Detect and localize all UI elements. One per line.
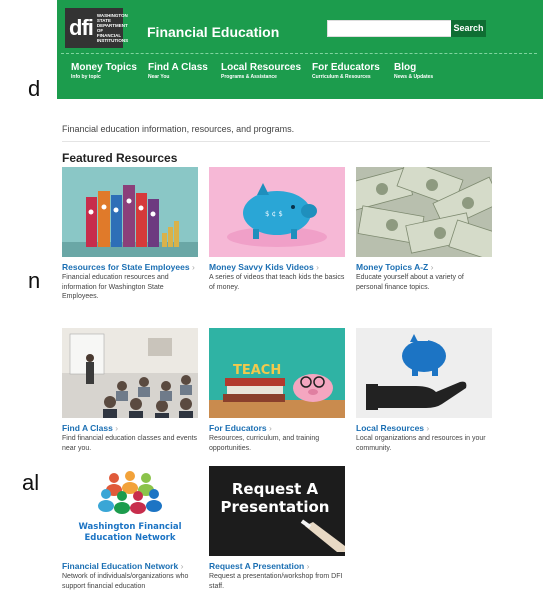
- network-line2-text: Education Network: [84, 533, 175, 543]
- card-title-link[interactable]: Money Topics A-Z ›: [356, 262, 492, 272]
- chevron-right-icon: ›: [426, 423, 430, 433]
- background-letter-d: d: [28, 76, 41, 101]
- content-divider: [62, 141, 490, 142]
- nav-label: Money Topics: [71, 62, 137, 73]
- network-logo-image[interactable]: Washington Financial Education Network: [62, 466, 198, 556]
- site-title[interactable]: Financial Education: [147, 24, 279, 40]
- card-title-link[interactable]: Resources for State Employees ›: [62, 262, 198, 272]
- card-title-link[interactable]: For Educators ›: [209, 423, 345, 433]
- chevron-right-icon: ›: [316, 262, 319, 272]
- nav-money-topics[interactable]: Money Topics Info by topic: [71, 62, 137, 80]
- logo-text: dfi: [69, 15, 94, 40]
- card-description: Resources, curriculum, and training oppo…: [209, 435, 320, 452]
- card-title-text: Money Savvy Kids Videos: [209, 262, 314, 272]
- cash-bills-image[interactable]: [356, 167, 492, 257]
- site-header: dfi WASHINGTON STATE DEPARTMENT OF FINAN…: [57, 0, 543, 99]
- chalkboard-image[interactable]: Request A Presentation: [209, 466, 345, 556]
- featured-heading: Featured Resources: [62, 151, 178, 165]
- card-for-educators: TEACH For Educators › Resources, curricu…: [209, 328, 345, 453]
- nav-sublabel: News & Updates: [394, 74, 434, 80]
- teach-text: TEACH: [233, 363, 281, 378]
- intro-text: Financial education information, resourc…: [62, 124, 295, 134]
- request-line2-text: Presentation: [221, 498, 330, 516]
- logo-subtext: WASHINGTON STATE DEPARTMENT OF FINANCIAL…: [96, 13, 129, 43]
- card-description: Local organizations and resources in you…: [356, 435, 486, 452]
- card-title-text: Find A Class: [62, 423, 113, 433]
- background-letter-al: al: [22, 470, 40, 495]
- nav-label: Find A Class: [148, 62, 208, 73]
- nav-sublabel: Near You: [148, 74, 170, 80]
- card-title-text: Financial Education Network: [62, 561, 179, 571]
- nav-label: Blog: [394, 62, 417, 73]
- nav-local-resources[interactable]: Local Resources Programs & Assistance: [221, 62, 301, 80]
- card-title-link[interactable]: Financial Education Network ›: [62, 561, 198, 571]
- card-title-text: Request A Presentation: [209, 561, 305, 571]
- card-description: Financial education resources and inform…: [62, 274, 169, 300]
- nav-for-educators[interactable]: For Educators Curriculum & Resources: [312, 62, 380, 80]
- nav-find-a-class[interactable]: Find A Class Near You: [148, 62, 208, 80]
- nav-blog[interactable]: Blog News & Updates: [394, 62, 433, 80]
- card-description: Educate yourself about a variety of pers…: [356, 274, 464, 291]
- svg-text:$ ¢ $: $ ¢ $: [265, 210, 283, 218]
- network-line1-text: Washington Financial: [78, 522, 181, 532]
- card-local-resources: Local Resources › Local organizations an…: [356, 328, 492, 453]
- nav-label: For Educators: [312, 62, 380, 73]
- chevron-right-icon: ›: [269, 423, 272, 433]
- nav-label: Local Resources: [221, 62, 302, 73]
- chevron-right-icon: ›: [306, 561, 310, 571]
- card-title-link[interactable]: Find A Class ›: [62, 423, 198, 433]
- card-description: Find financial education classes and eve…: [62, 435, 198, 452]
- teach-books-image[interactable]: TEACH: [209, 328, 345, 418]
- search-button[interactable]: Search: [451, 20, 486, 37]
- nav-sublabel: Info by topic: [71, 74, 101, 80]
- piggy-bank-image[interactable]: $ ¢ $: [209, 167, 345, 257]
- card-title-text: For Educators: [209, 423, 267, 433]
- chevron-right-icon: ›: [115, 423, 119, 433]
- background-letter-n: n: [28, 268, 41, 293]
- card-description: Network of individuals/organizations who…: [62, 573, 189, 590]
- card-description: A series of videos that teach kids the b…: [209, 274, 345, 291]
- classroom-image[interactable]: [62, 328, 198, 418]
- dfi-logo[interactable]: dfi WASHINGTON STATE DEPARTMENT OF FINAN…: [65, 8, 129, 48]
- request-line1-text: Request A: [232, 480, 319, 498]
- card-title-text: Local Resources: [356, 423, 425, 433]
- search-input[interactable]: [327, 20, 453, 37]
- card-title-text: Money Topics A-Z: [356, 262, 429, 272]
- card-description: Request a presentation/workshop from DFI…: [209, 573, 343, 590]
- header-divider: [61, 53, 537, 54]
- chevron-right-icon: ›: [180, 561, 184, 571]
- card-financial-education-network: Washington Financial Education Network F…: [62, 466, 198, 591]
- card-title-link[interactable]: Request A Presentation ›: [209, 561, 345, 571]
- card-state-employees: Resources for State Employees › Financia…: [62, 167, 198, 302]
- card-title-link[interactable]: Money Savvy Kids Videos ›: [209, 262, 345, 272]
- card-money-topics: Money Topics A-Z › Educate yourself abou…: [356, 167, 492, 292]
- card-money-savvy-kids: $ ¢ $ Money Savvy Kids Videos › A series…: [209, 167, 345, 292]
- card-title-text: Resources for State Employees: [62, 262, 190, 272]
- nav-sublabel: Curriculum & Resources: [312, 74, 371, 80]
- chevron-right-icon: ›: [430, 262, 434, 272]
- card-request-presentation: Request A Presentation Request A Present…: [209, 466, 345, 591]
- card-title-link[interactable]: Local Resources ›: [356, 423, 492, 433]
- binders-image[interactable]: [62, 167, 198, 257]
- nav-sublabel: Programs & Assistance: [221, 74, 277, 80]
- hand-piggy-bank-image[interactable]: [356, 328, 492, 418]
- chevron-right-icon: ›: [191, 262, 195, 272]
- card-find-a-class: Find A Class › Find financial education …: [62, 328, 198, 453]
